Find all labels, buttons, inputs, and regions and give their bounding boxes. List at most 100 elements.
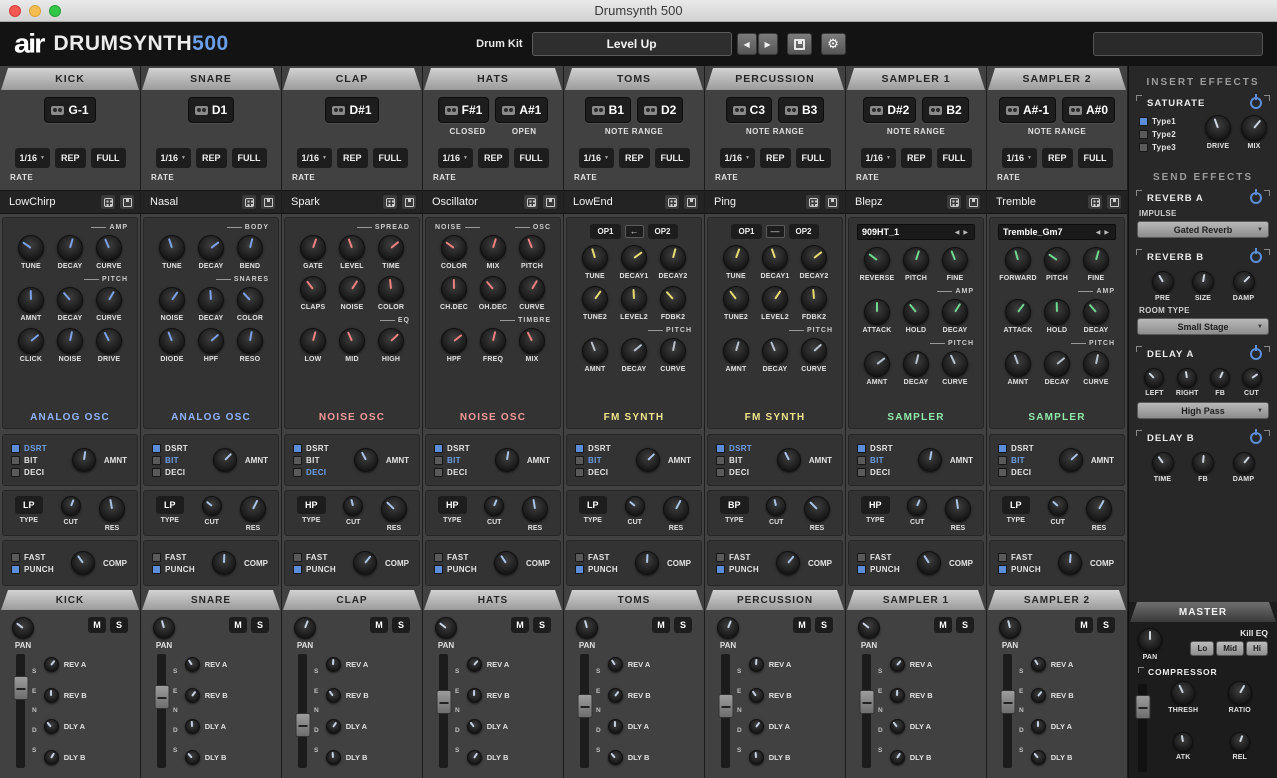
rate-select[interactable]: 1/16▼	[1002, 148, 1037, 168]
noise-knob[interactable]	[339, 276, 365, 302]
deci-option[interactable]: DECI	[11, 468, 64, 477]
dly-b-send-knob[interactable]	[44, 750, 59, 765]
kill-eq-hi-button[interactable]: Hi	[1246, 641, 1268, 656]
mix-knob[interactable]	[480, 235, 506, 261]
filter-resonance-knob[interactable]	[945, 496, 971, 522]
dly-b-send-knob[interactable]	[467, 750, 482, 765]
fast-option[interactable]: FAST	[293, 553, 345, 562]
dly-b-send-knob[interactable]	[749, 750, 764, 765]
low-knob[interactable]	[300, 328, 326, 354]
rev-a-send-knob[interactable]	[44, 657, 59, 672]
fader-handle[interactable]	[859, 690, 874, 714]
rev-a-send-knob[interactable]	[749, 657, 764, 672]
gate-knob[interactable]	[300, 235, 326, 261]
amnt-knob[interactable]	[723, 338, 749, 364]
checkbox-icon[interactable]	[857, 553, 866, 562]
filter-type-button[interactable]: HP	[297, 496, 326, 514]
claps-knob[interactable]	[300, 276, 326, 302]
prev-sample-icon[interactable]: ◀	[1094, 229, 1103, 236]
kit-preset-select[interactable]: Level Up	[532, 32, 732, 56]
delay-cut-knob[interactable]	[1242, 368, 1262, 388]
master-pan-knob[interactable]	[1138, 628, 1162, 652]
rev-a-send-knob[interactable]	[1031, 657, 1046, 672]
saturate-type2-option[interactable]: Type2	[1139, 130, 1176, 139]
pan-knob[interactable]	[717, 617, 739, 639]
click-knob[interactable]	[18, 328, 44, 354]
channel-fader[interactable]	[157, 654, 166, 768]
decay-knob[interactable]	[198, 287, 224, 313]
attack-knob[interactable]	[1173, 732, 1193, 752]
full-button[interactable]: FULL	[91, 148, 126, 168]
checkbox-icon[interactable]	[11, 565, 20, 574]
distortion-amount-knob[interactable]	[72, 448, 96, 472]
save-preset-button[interactable]	[401, 194, 417, 210]
curve-knob[interactable]	[660, 338, 686, 364]
deci-option[interactable]: DECI	[152, 468, 205, 477]
checkbox-icon[interactable]	[857, 444, 866, 453]
mute-button[interactable]: M	[934, 617, 952, 633]
fast-option[interactable]: FAST	[857, 553, 909, 562]
hpf-knob[interactable]	[441, 328, 467, 354]
filter-type-button[interactable]: LP	[156, 496, 184, 514]
filter-cutoff-knob[interactable]	[766, 496, 786, 516]
level2-knob[interactable]	[762, 286, 788, 312]
transient-comp-knob[interactable]	[1058, 551, 1082, 575]
prev-sample-icon[interactable]: ◀	[953, 229, 962, 236]
dly-a-send-knob[interactable]	[467, 719, 482, 734]
save-preset-button[interactable]	[119, 194, 135, 210]
color-knob[interactable]	[378, 276, 404, 302]
rev-a-send-knob[interactable]	[467, 657, 482, 672]
repeat-button[interactable]: REP	[196, 148, 227, 168]
channel-fader[interactable]	[298, 654, 307, 768]
bit-option[interactable]: BIT	[857, 456, 910, 465]
mix-knob[interactable]	[519, 328, 545, 354]
hpf-knob[interactable]	[198, 328, 224, 354]
decay-knob[interactable]	[903, 351, 929, 377]
transient-comp-knob[interactable]	[353, 551, 377, 575]
channel-fader[interactable]	[580, 654, 589, 768]
repeat-button[interactable]: REP	[760, 148, 791, 168]
checkbox-icon[interactable]	[11, 444, 20, 453]
reverb-a-power-button[interactable]	[1250, 192, 1262, 204]
distortion-amount-knob[interactable]	[213, 448, 237, 472]
checkbox-icon[interactable]	[716, 553, 725, 562]
master-fader[interactable]	[1138, 684, 1147, 772]
rev-b-send-knob[interactable]	[467, 688, 482, 703]
note-button[interactable]: A#1	[495, 97, 548, 123]
delay-time-knob[interactable]	[1152, 452, 1174, 474]
repeat-button[interactable]: REP	[478, 148, 509, 168]
pan-knob[interactable]	[999, 617, 1021, 639]
rev-b-send-knob[interactable]	[1031, 688, 1046, 703]
threshold-knob[interactable]	[1171, 681, 1195, 705]
deci-option[interactable]: DECI	[434, 468, 487, 477]
transient-comp-knob[interactable]	[71, 551, 95, 575]
mute-button[interactable]: M	[1075, 617, 1093, 633]
dly-a-send-knob[interactable]	[608, 719, 623, 734]
deci-option[interactable]: DECI	[293, 468, 346, 477]
solo-button[interactable]: S	[956, 617, 974, 633]
save-preset-button[interactable]	[260, 194, 276, 210]
fader-handle[interactable]	[1135, 695, 1150, 719]
filter-resonance-knob[interactable]	[381, 496, 407, 522]
oh-dec-knob[interactable]	[480, 276, 506, 302]
checkbox-icon[interactable]	[1139, 130, 1148, 139]
kit-next-button[interactable]: ▶	[758, 33, 778, 55]
filter-cutoff-knob[interactable]	[1048, 496, 1068, 516]
distortion-amount-knob[interactable]	[495, 448, 519, 472]
noise-knob[interactable]	[159, 287, 185, 313]
kill-eq-mid-button[interactable]: Mid	[1216, 641, 1244, 656]
rev-b-send-knob[interactable]	[185, 688, 200, 703]
filter-cutoff-knob[interactable]	[202, 496, 222, 516]
attack-knob[interactable]	[864, 299, 890, 325]
solo-button[interactable]: S	[1097, 617, 1115, 633]
dly-a-send-knob[interactable]	[326, 719, 341, 734]
op-link-button[interactable]: —	[766, 225, 785, 238]
random-preset-button[interactable]	[1087, 194, 1103, 210]
tune2-knob[interactable]	[582, 286, 608, 312]
checkbox-icon[interactable]	[857, 565, 866, 574]
save-preset-button[interactable]	[824, 194, 840, 210]
checkbox-icon[interactable]	[434, 456, 443, 465]
decay1-knob[interactable]	[621, 245, 647, 271]
checkbox-icon[interactable]	[152, 444, 161, 453]
diode-knob[interactable]	[159, 328, 185, 354]
